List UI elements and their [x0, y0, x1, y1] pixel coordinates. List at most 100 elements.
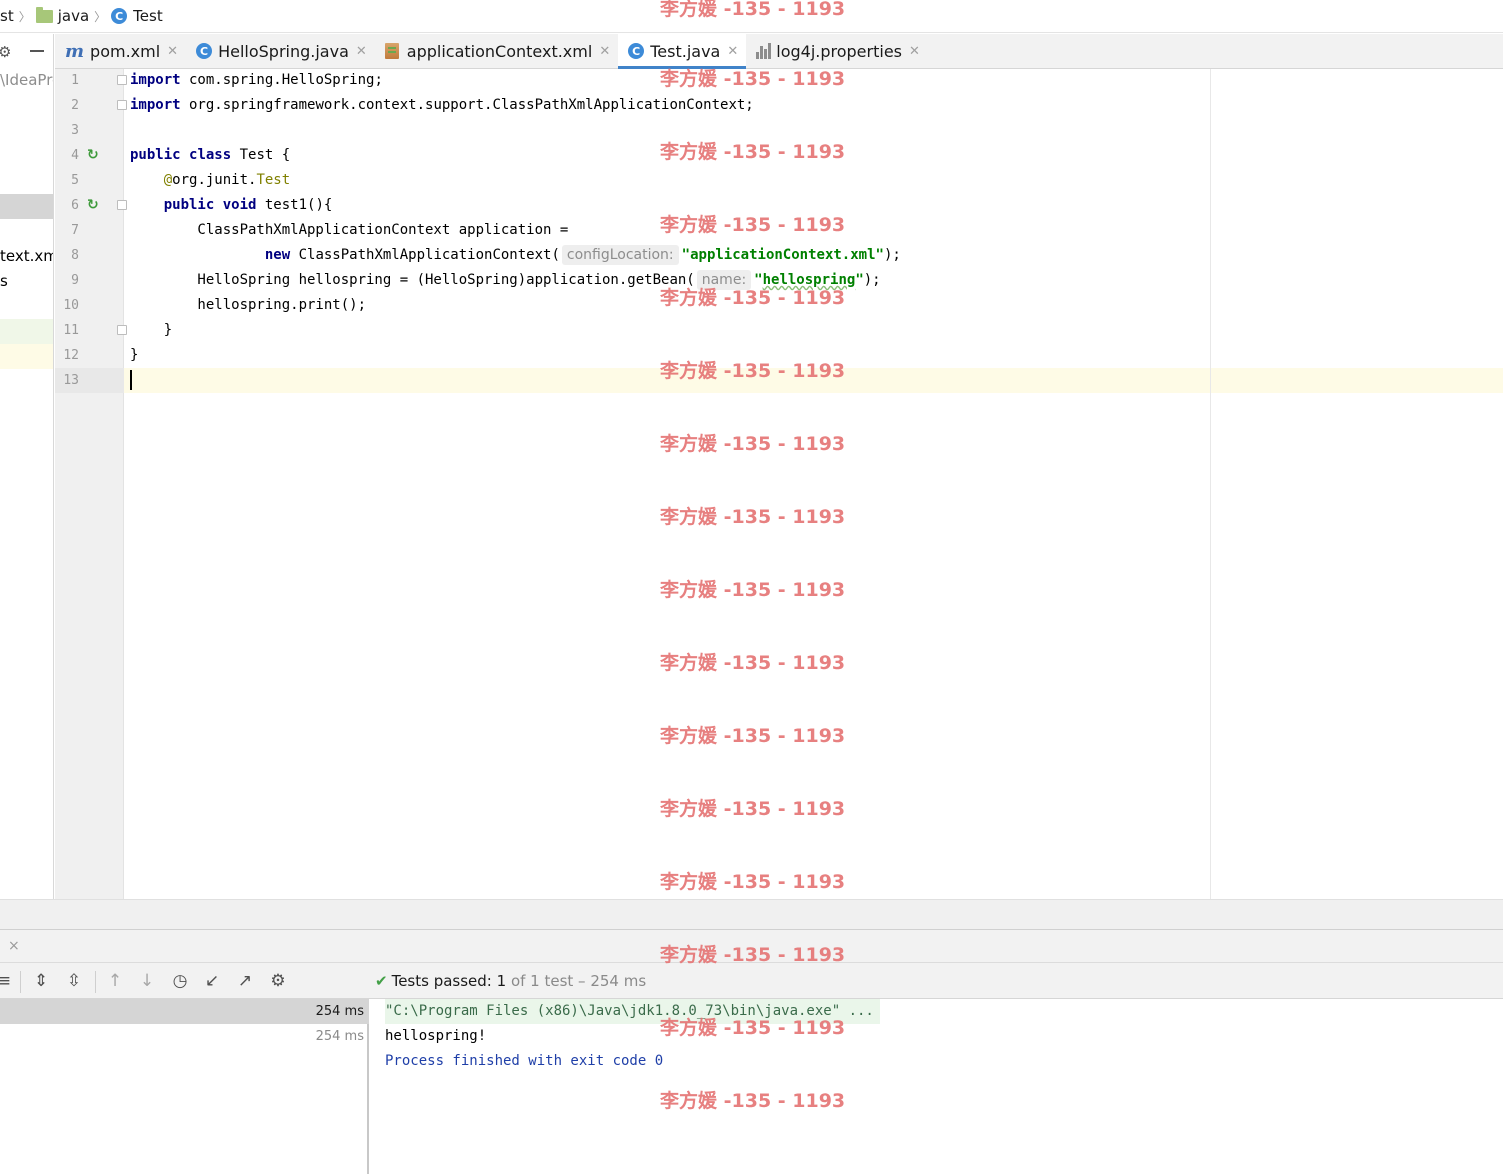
- close-icon[interactable]: ×: [8, 938, 20, 954]
- expand-all-icon[interactable]: ⇕: [31, 971, 51, 991]
- breadcrumb-label: Test: [133, 7, 163, 25]
- import-icon[interactable]: ↙: [202, 971, 222, 991]
- code-line: }: [130, 347, 139, 363]
- export-icon[interactable]: ↗: [235, 971, 255, 991]
- breadcrumb-label: java: [57, 7, 90, 25]
- tab-pom-xml[interactable]: m pom.xml ✕: [55, 34, 186, 68]
- watermark: 李方媛 -135 - 1193: [660, 1017, 846, 1039]
- code-line: }: [130, 322, 173, 338]
- gear-icon[interactable]: ⚙: [0, 43, 11, 61]
- tab-applicationcontext-xml[interactable]: applicationContext.xml ✕: [375, 34, 618, 68]
- collapse-icon[interactable]: [30, 50, 44, 52]
- check-icon: ✔: [375, 972, 388, 990]
- breadcrumb-item-project[interactable]: st: [0, 7, 14, 25]
- project-tree-row[interactable]: [0, 344, 53, 369]
- project-tree-row[interactable]: [0, 194, 53, 219]
- console-exit-line: Process finished with exit code 0: [385, 1053, 664, 1069]
- fold-icon[interactable]: [117, 200, 127, 210]
- watermark: 李方媛 -135 - 1193: [660, 1090, 846, 1112]
- project-tree-row[interactable]: [0, 319, 53, 344]
- watermark: 李方媛 -135 - 1193: [660, 506, 846, 528]
- breadcrumb-item-java[interactable]: java: [35, 6, 90, 25]
- gear-icon[interactable]: ⚙: [268, 971, 288, 991]
- tab-test-java[interactable]: C Test.java ✕: [618, 34, 747, 69]
- watermark: 李方媛 -135 - 1193: [660, 652, 846, 674]
- text-caret: [130, 370, 132, 390]
- test-class-icon: C: [628, 43, 645, 59]
- test-tree-row[interactable]: 254 ms: [0, 1024, 369, 1049]
- test-results-tree: 254 ms 254 ms: [0, 999, 369, 1174]
- arrow-down-icon[interactable]: ↓: [137, 971, 157, 991]
- code-text: ClassPathXmlApplicationContext(: [290, 247, 560, 263]
- fold-icon[interactable]: [117, 325, 127, 335]
- sort-icon[interactable]: ≡: [0, 971, 14, 991]
- arrow-up-icon[interactable]: ↑: [105, 971, 125, 991]
- line-number: 3: [71, 123, 79, 138]
- project-tree-row[interactable]: \IdeaPro: [0, 68, 53, 93]
- line-number: 2: [71, 98, 79, 113]
- maven-icon: m: [65, 40, 85, 62]
- test-status: ✔ Tests passed: 1 of 1 test – 254 ms: [375, 972, 646, 990]
- fold-icon[interactable]: [117, 100, 127, 110]
- tab-hellospring-java[interactable]: C HelloSpring.java ✕: [186, 34, 375, 68]
- string-literal: "applicationContext.xml": [681, 247, 884, 263]
- code-line: import org.springframework.context.suppo…: [130, 93, 754, 118]
- run-test-icon[interactable]: ↻: [87, 197, 103, 213]
- console-output[interactable]: "C:\Program Files (x86)\Java\jdk1.8.0_73…: [371, 999, 1503, 1174]
- annotation: @: [163, 172, 173, 188]
- code-text: HelloSpring hellospring = (HelloSpring)a…: [130, 272, 695, 288]
- fold-icon[interactable]: [117, 75, 127, 85]
- line-number: 8: [71, 248, 79, 263]
- class-icon: C: [111, 8, 128, 24]
- keyword: public: [130, 147, 181, 163]
- project-toolbar: ⚙: [0, 34, 53, 68]
- status-detail: of 1 test – 254 ms: [506, 972, 647, 990]
- watermark: 李方媛 -135 - 1193: [660, 579, 846, 601]
- close-icon[interactable]: ✕: [167, 44, 178, 59]
- keyword: new: [264, 247, 291, 263]
- status-count: 1: [496, 972, 507, 990]
- test-duration: 254 ms: [315, 1029, 364, 1044]
- toolbar-separator: [20, 971, 21, 993]
- breadcrumb-label: st: [0, 7, 14, 25]
- code-line: new ClassPathXmlApplicationContext(confi…: [130, 243, 901, 268]
- spring-xml-icon: [384, 43, 399, 59]
- test-tree-row[interactable]: 254 ms: [0, 999, 369, 1024]
- watermark: 李方媛 -135 - 1193: [660, 944, 846, 966]
- watermark: 李方媛 -135 - 1193: [660, 141, 846, 163]
- tab-log4j-properties[interactable]: log4j.properties ✕: [746, 34, 928, 68]
- code-text: com.spring.HelloSpring;: [180, 72, 383, 88]
- close-icon[interactable]: ✕: [599, 44, 610, 59]
- close-icon[interactable]: ✕: [909, 44, 920, 59]
- keyword: import: [130, 72, 181, 88]
- folder-icon: [35, 6, 53, 23]
- close-icon[interactable]: ✕: [727, 44, 738, 59]
- annotation: Test: [256, 172, 291, 188]
- string-literal: ": [855, 272, 864, 288]
- breadcrumb-item-test[interactable]: C Test: [111, 7, 163, 25]
- tab-label: applicationContext.xml: [406, 41, 593, 61]
- toolbar-separator: [95, 971, 96, 993]
- project-panel: ⚙ \IdeaPro text.xm s: [0, 34, 54, 928]
- line-number: 11: [63, 323, 79, 338]
- tab-label: HelloSpring.java: [218, 41, 349, 61]
- run-test-icon[interactable]: ↻: [87, 147, 103, 163]
- close-icon[interactable]: ✕: [356, 44, 367, 59]
- line-number: 10: [63, 298, 79, 313]
- project-tree-row[interactable]: s: [0, 269, 53, 294]
- watermark: 李方媛 -135 - 1193: [660, 0, 846, 20]
- watermark: 李方媛 -135 - 1193: [660, 433, 846, 455]
- line-number: 5: [71, 173, 79, 188]
- history-icon[interactable]: ◷: [170, 971, 190, 991]
- code-text: org.springframework.context.support.Clas…: [180, 97, 754, 113]
- watermark: 李方媛 -135 - 1193: [660, 214, 846, 236]
- editor-status-strip: [0, 899, 1503, 929]
- code-text: Test {: [231, 147, 291, 163]
- console-output-line: hellospring!: [385, 1028, 487, 1044]
- collapse-all-icon[interactable]: ⇳: [64, 971, 84, 991]
- project-tree-row[interactable]: text.xm: [0, 244, 53, 269]
- code-line: @org.junit.Test: [130, 168, 290, 193]
- watermark: 李方媛 -135 - 1193: [660, 68, 846, 90]
